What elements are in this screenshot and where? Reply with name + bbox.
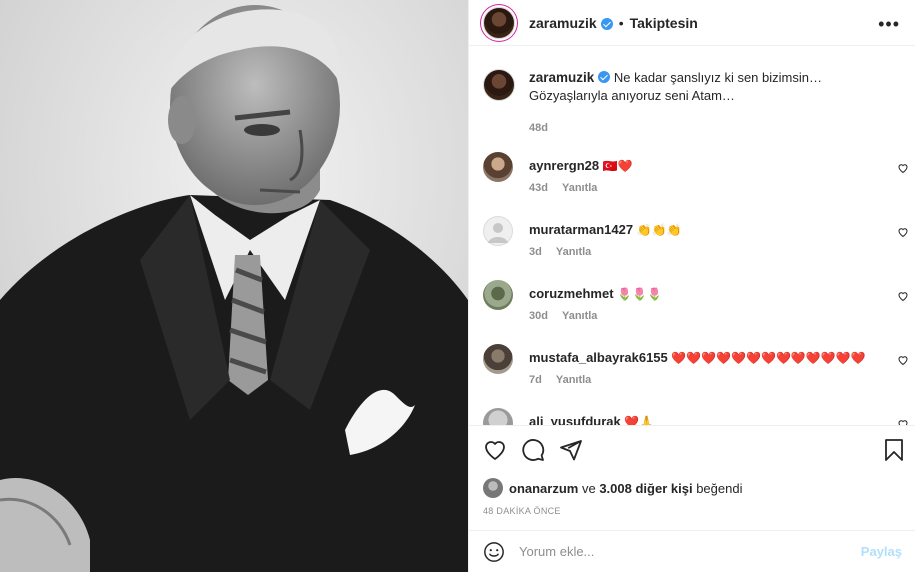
likes-count-link[interactable]: 3.008 diğer kişi [599, 481, 692, 496]
post-header: zaramuzik • Takiptesin ••• [469, 0, 915, 46]
comment-like-heart-icon[interactable] [897, 418, 909, 425]
comment-username[interactable]: ali_yusufdurak [529, 414, 621, 425]
post-timestamp[interactable]: 48 DAKİKA ÖNCE [483, 506, 561, 516]
comment-text: ❤️❤️❤️❤️❤️❤️❤️❤️❤️❤️❤️❤️❤️ [671, 351, 866, 365]
verified-badge-icon [600, 17, 613, 30]
commenter-avatar[interactable] [483, 280, 513, 310]
commenter-avatar[interactable] [483, 344, 513, 374]
heart-icon[interactable] [483, 438, 507, 462]
separator-dot: • [618, 14, 624, 31]
bookmark-icon[interactable] [882, 438, 906, 462]
post-photo[interactable] [0, 0, 468, 572]
liker-username[interactable]: onanarzum [509, 481, 578, 496]
likes-suffix: beğendi [696, 480, 743, 496]
author-avatar[interactable] [483, 6, 515, 39]
comment-input[interactable] [519, 544, 861, 559]
comment-text: 🇹🇷❤️ [602, 159, 633, 173]
follow-status-button[interactable]: Takiptesin [630, 15, 698, 31]
commenter-avatar[interactable] [483, 408, 513, 425]
reply-button[interactable]: Yanıtla [556, 374, 591, 386]
commenter-avatar[interactable] [483, 152, 513, 182]
post-actions: onanarzum ve 3.008 diğer kişi beğendi 48… [469, 425, 915, 530]
likes-connector: ve [581, 480, 596, 496]
verified-badge-icon [598, 71, 611, 83]
liker-avatar[interactable] [483, 478, 503, 498]
comment-like-heart-icon[interactable] [897, 354, 909, 366]
more-options-icon[interactable]: ••• [878, 14, 900, 35]
comment-time[interactable]: 30d [529, 310, 548, 322]
author-username[interactable]: zaramuzik [529, 15, 597, 31]
comment-username[interactable]: aynrergn28 [529, 158, 599, 173]
caption-avatar[interactable] [483, 69, 515, 101]
comment-text: ❤️🙏 [624, 415, 655, 425]
default-avatar-icon [488, 223, 508, 243]
caption-time[interactable]: 48d [529, 119, 903, 137]
reply-button[interactable]: Yanıtla [556, 246, 591, 258]
comment-text: 🌷🌷🌷 [617, 287, 662, 301]
comment-like-heart-icon[interactable] [897, 162, 909, 174]
paper-plane-icon[interactable] [559, 438, 583, 462]
likes-summary: onanarzum ve 3.008 diğer kişi beğendi [483, 478, 742, 498]
reply-button[interactable]: Yanıtla [562, 182, 597, 194]
caption-username[interactable]: zaramuzik [529, 70, 594, 85]
comment-bubble-icon[interactable] [521, 438, 545, 462]
add-comment-bar: Paylaş [469, 530, 915, 572]
comment-like-heart-icon[interactable] [897, 290, 909, 302]
comment-time[interactable]: 3d [529, 246, 542, 258]
post-caption: zaramuzik Ne kadar şanslıyız ki sen bizi… [483, 69, 903, 137]
comment-username[interactable]: mustafa_albayrak6155 [529, 350, 668, 365]
reply-button[interactable]: Yanıtla [562, 310, 597, 322]
post-side-panel: zaramuzik • Takiptesin ••• zaramuzik Ne … [468, 0, 915, 572]
comment-time[interactable]: 43d [529, 182, 548, 194]
emoji-smile-icon[interactable] [483, 541, 505, 563]
portrait-image [0, 0, 468, 572]
comments-list[interactable]: zaramuzik Ne kadar şanslıyız ki sen bizi… [469, 47, 915, 425]
post-comment-button[interactable]: Paylaş [861, 544, 902, 559]
comment-text: 👏👏👏 [636, 223, 682, 237]
comment-time[interactable]: 7d [529, 374, 542, 386]
comment-like-heart-icon[interactable] [897, 226, 909, 238]
comment-username[interactable]: muratarman1427 [529, 222, 633, 237]
comment-username[interactable]: coruzmehmet [529, 286, 614, 301]
commenter-avatar[interactable] [483, 216, 513, 246]
